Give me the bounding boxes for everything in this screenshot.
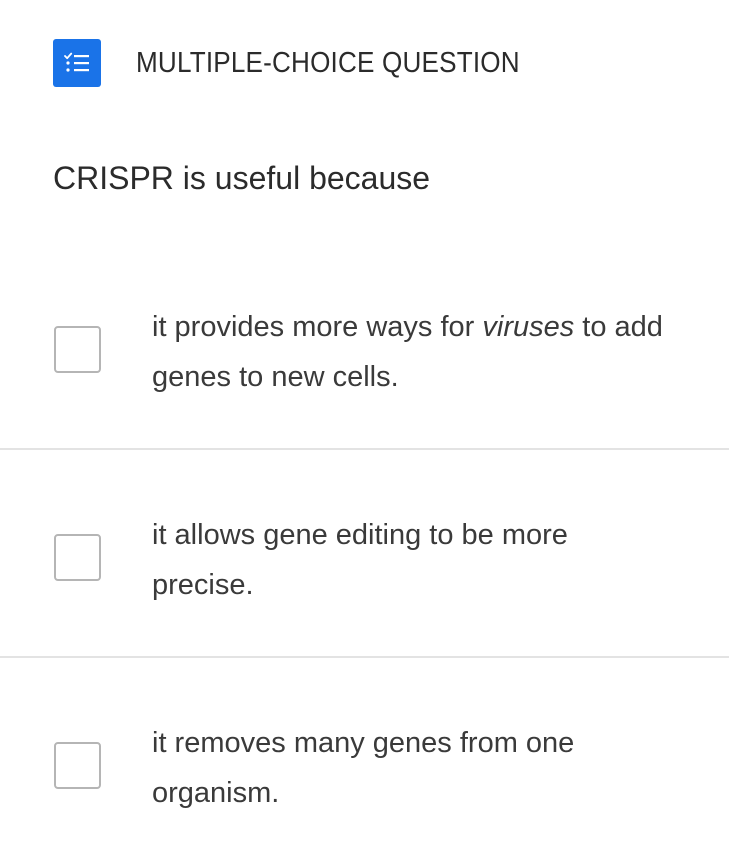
option-2-checkbox[interactable] bbox=[54, 534, 101, 581]
answer-options: it provides more ways for viruses to add… bbox=[0, 242, 729, 866]
option-1-text: it provides more ways for viruses to add… bbox=[152, 311, 663, 393]
option-2-text: it allows gene editing to be more precis… bbox=[152, 519, 568, 601]
checklist-icon bbox=[53, 39, 101, 87]
question-type-label: MULTIPLE-CHOICE QUESTION bbox=[136, 46, 520, 79]
option-3-checkbox[interactable] bbox=[54, 742, 101, 789]
answer-option-1[interactable]: it provides more ways for viruses to add… bbox=[0, 242, 729, 450]
option-1-checkbox[interactable] bbox=[54, 326, 101, 373]
answer-option-3[interactable]: it removes many genes from one organism. bbox=[0, 658, 729, 866]
question-prompt: CRISPR is useful because bbox=[53, 160, 431, 196]
question-header: MULTIPLE-CHOICE QUESTION bbox=[53, 39, 562, 87]
option-3-text: it removes many genes from one organism. bbox=[152, 727, 575, 809]
answer-option-2[interactable]: it allows gene editing to be more precis… bbox=[0, 450, 729, 658]
